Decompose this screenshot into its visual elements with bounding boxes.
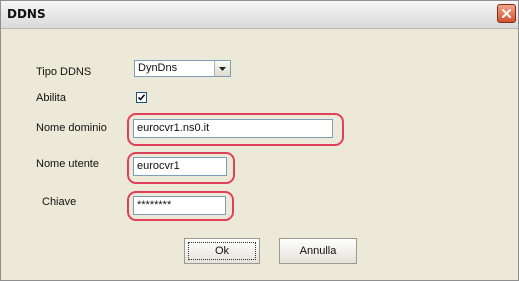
- nome-utente-label: Nome utente: [36, 158, 99, 170]
- close-icon: [502, 9, 511, 18]
- tipo-ddns-label: Tipo DDNS: [36, 66, 92, 78]
- nome-utente-highlight: [127, 152, 235, 184]
- ok-button[interactable]: Ok: [184, 238, 260, 264]
- abilita-label: Abilita: [36, 92, 66, 104]
- title-bar[interactable]: DDNS: [1, 1, 518, 29]
- chiave-highlight: [127, 191, 234, 221]
- close-button[interactable]: [497, 4, 516, 23]
- abilita-checkbox[interactable]: [136, 92, 147, 103]
- chevron-down-icon: [219, 67, 226, 71]
- annulla-button[interactable]: Annulla: [279, 238, 357, 264]
- nome-dominio-label: Nome dominio: [36, 122, 107, 134]
- ok-label: Ok: [214, 245, 230, 257]
- chiave-label: Chiave: [42, 196, 77, 208]
- window-title: DDNS: [7, 7, 46, 21]
- dropdown-button[interactable]: [214, 61, 230, 76]
- tipo-ddns-select[interactable]: DynDns: [134, 60, 231, 77]
- checkmark-icon: [137, 94, 146, 101]
- nome-dominio-highlight: [127, 113, 344, 146]
- annulla-label: Annulla: [299, 245, 337, 257]
- tipo-ddns-value: DynDns: [138, 62, 178, 74]
